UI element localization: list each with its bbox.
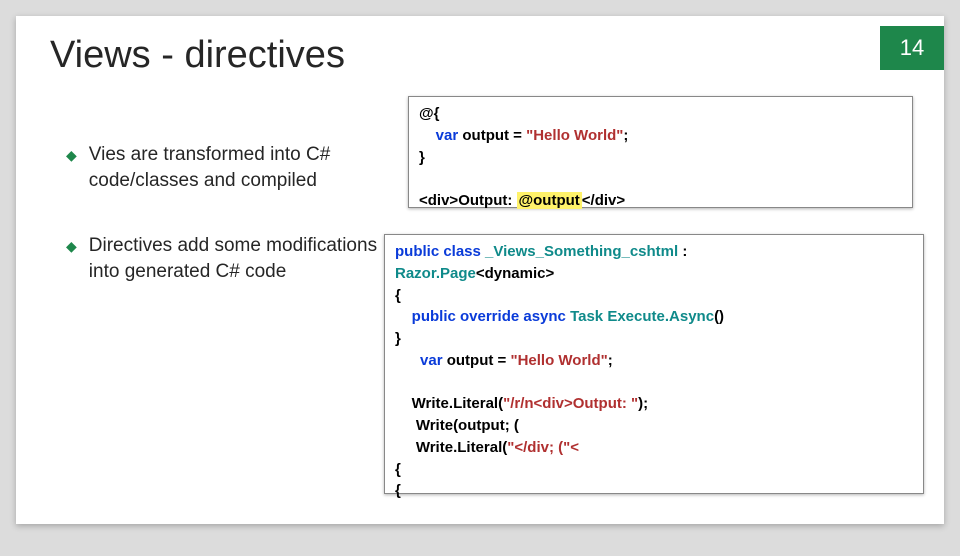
- code-token: </div>: [582, 192, 625, 209]
- code-string: "/r/n<div>Output: ": [503, 395, 638, 412]
- bullet-item: ◆ Directives add some modifications into…: [66, 233, 406, 284]
- code-token: [395, 352, 420, 369]
- code-string: "Hello World": [526, 127, 623, 144]
- code-token: output =: [443, 352, 511, 369]
- code-highlight: @output: [517, 192, 582, 209]
- code-token: output =: [458, 127, 526, 144]
- code-token: );: [638, 395, 648, 412]
- code-string: "Hello World": [510, 352, 607, 369]
- diamond-icon: ◆: [66, 237, 77, 284]
- code-razor-view: @{ var output = "Hello World"; } <div>Ou…: [408, 96, 913, 208]
- code-keyword: public class: [395, 243, 485, 260]
- code-token: <dynamic>: [476, 265, 554, 282]
- code-typename: Task: [570, 308, 607, 325]
- code-typename: _Views_Something_cshtml: [485, 243, 678, 260]
- page-number-badge: 14: [880, 26, 944, 70]
- bullet-list: ◆ Vies are transformed into C# code/clas…: [66, 142, 406, 325]
- code-line: {: [395, 482, 401, 499]
- bullet-text: Vies are transformed into C# code/classe…: [89, 142, 406, 193]
- code-typename: Razor.Page: [395, 265, 476, 282]
- code-line: }: [419, 149, 425, 166]
- code-token: Write.Literal(: [395, 395, 503, 412]
- code-token: [419, 127, 436, 144]
- bullet-text: Directives add some modifications into g…: [89, 233, 406, 284]
- code-line: @{: [419, 105, 439, 122]
- code-token: :: [678, 243, 687, 260]
- code-generated-csharp: public class _Views_Something_cshtml : R…: [384, 234, 924, 494]
- code-token: (): [714, 308, 724, 325]
- code-keyword: var: [420, 352, 443, 369]
- slide: Views - directives 14 ◆ Vies are transfo…: [16, 16, 944, 524]
- code-line: }: [395, 330, 401, 347]
- diamond-icon: ◆: [66, 146, 77, 193]
- code-string: "</div; ("<: [507, 439, 579, 456]
- code-keyword: public override async: [395, 308, 570, 325]
- code-typename: Execute.Async: [607, 308, 714, 325]
- code-token: ;: [608, 352, 613, 369]
- code-line: Write(output; (: [395, 417, 519, 434]
- code-token: Write.Literal(: [395, 439, 507, 456]
- code-keyword: var: [436, 127, 459, 144]
- slide-title: Views - directives: [50, 34, 345, 77]
- code-token: <div>: [419, 192, 458, 209]
- code-line: {: [395, 287, 401, 304]
- bullet-item: ◆ Vies are transformed into C# code/clas…: [66, 142, 406, 193]
- code-token: Output:: [458, 192, 516, 209]
- code-line: {: [395, 461, 401, 478]
- code-token: ;: [623, 127, 628, 144]
